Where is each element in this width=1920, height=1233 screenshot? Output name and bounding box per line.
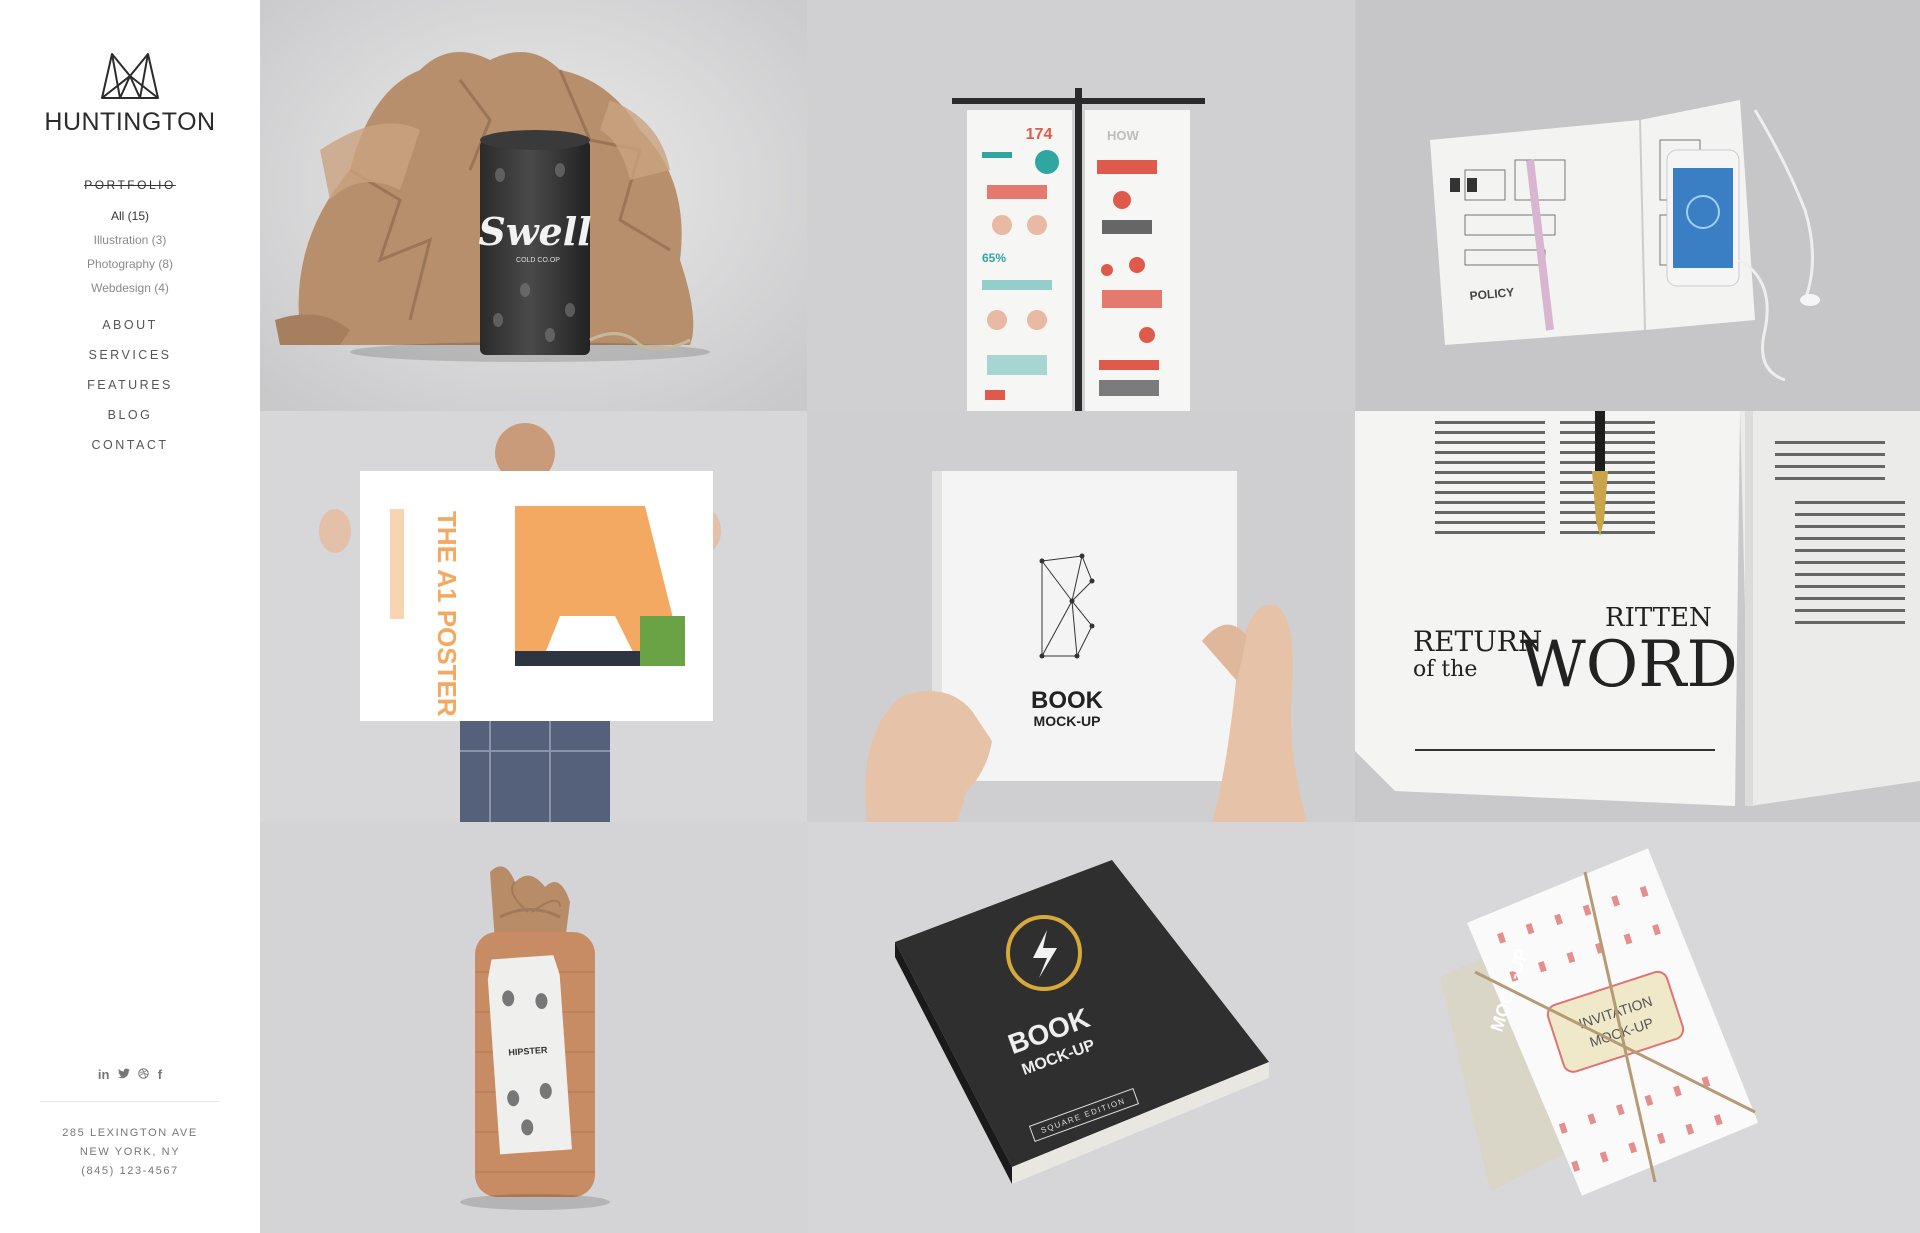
portfolio-item-paper-bag-bottle[interactable]: HIPSTER bbox=[260, 822, 807, 1233]
facebook-icon[interactable]: f bbox=[158, 1067, 162, 1082]
portfolio-item-magazine-spread[interactable]: RETURN of the RITTEN WORD bbox=[1355, 411, 1920, 822]
filter-webdesign[interactable]: Webdesign (4) bbox=[0, 276, 260, 300]
brand-name: HUNTINGTON bbox=[44, 108, 216, 136]
portfolio-item-infographic-banners[interactable]: 174 HOW 65% bbox=[807, 0, 1355, 411]
nav-portfolio[interactable]: PORTFOLIO bbox=[0, 178, 260, 192]
sidebar-divider bbox=[40, 1101, 220, 1102]
portfolio-item-book-mockup-black[interactable]: BOOK MOCK-UP SQUARE EDITION bbox=[807, 822, 1355, 1233]
sidebar: HUNTINGTON PORTFOLIO All (15) Illustrati… bbox=[0, 0, 260, 1233]
headline-of-the: of the bbox=[1413, 657, 1477, 682]
primary-menu: ABOUT SERVICES FEATURES BLOG CONTACT bbox=[0, 310, 260, 460]
portfolio-item-coffee-can[interactable]: Swell COLD CO.OP bbox=[260, 0, 807, 411]
nav-blog[interactable]: BLOG bbox=[0, 400, 260, 430]
main-navigation: PORTFOLIO All (15) Illustration (3) Phot… bbox=[0, 178, 260, 460]
filter-photography[interactable]: Photography (8) bbox=[0, 252, 260, 276]
can-label: Swell bbox=[478, 209, 591, 254]
address-phone: (845) 123-4567 bbox=[81, 1165, 179, 1177]
portfolio-item-book-mockup-white[interactable]: B BOOK MOCK-UP bbox=[807, 411, 1355, 822]
nav-features[interactable]: FEATURES bbox=[0, 370, 260, 400]
address-street: 285 LEXINGTON AVE bbox=[62, 1127, 198, 1139]
infographic-number: 174 bbox=[1026, 126, 1053, 143]
book-subtitle: MOCK-UP bbox=[1034, 713, 1101, 729]
svg-text:65%: 65% bbox=[982, 251, 1006, 265]
dribbble-icon[interactable] bbox=[138, 1067, 150, 1082]
nav-services[interactable]: SERVICES bbox=[0, 340, 260, 370]
twitter-icon[interactable] bbox=[117, 1067, 130, 1082]
address-city: NEW YORK, NY bbox=[79, 1146, 181, 1158]
can-sublabel: COLD CO.OP bbox=[516, 257, 560, 264]
filter-illustration[interactable]: Illustration (3) bbox=[0, 228, 260, 252]
portfolio-item-a1-poster[interactable]: THE A1 POSTER A bbox=[260, 411, 807, 822]
mountain-outline-logo-icon bbox=[101, 53, 159, 99]
address-block: 285 LEXINGTON AVE NEW YORK, NY (845) 123… bbox=[0, 1124, 260, 1181]
linkedin-icon[interactable]: in bbox=[98, 1067, 110, 1082]
portfolio-grid: Swell COLD CO.OP 174 HOW 65% POLICY THE … bbox=[260, 0, 1920, 1233]
infographic-how: HOW bbox=[1107, 128, 1140, 143]
portfolio-item-invitation-mockup[interactable]: INVITATION MOCK-UP MOCK-UP bbox=[1355, 822, 1920, 1233]
nav-contact[interactable]: CONTACT bbox=[0, 430, 260, 460]
poster-title: THE A1 POSTER bbox=[432, 511, 462, 717]
logo[interactable]: HUNTINGTON bbox=[0, 50, 260, 137]
filter-all[interactable]: All (15) bbox=[0, 204, 260, 228]
portfolio-item-sketchbook-iphone[interactable]: POLICY bbox=[1355, 0, 1920, 411]
nav-about[interactable]: ABOUT bbox=[0, 310, 260, 340]
headline-word: WORD bbox=[1520, 628, 1738, 702]
book-title: BOOK bbox=[1031, 687, 1104, 714]
social-links: in f bbox=[0, 1066, 260, 1084]
portfolio-filters: All (15) Illustration (3) Photography (8… bbox=[0, 204, 260, 300]
